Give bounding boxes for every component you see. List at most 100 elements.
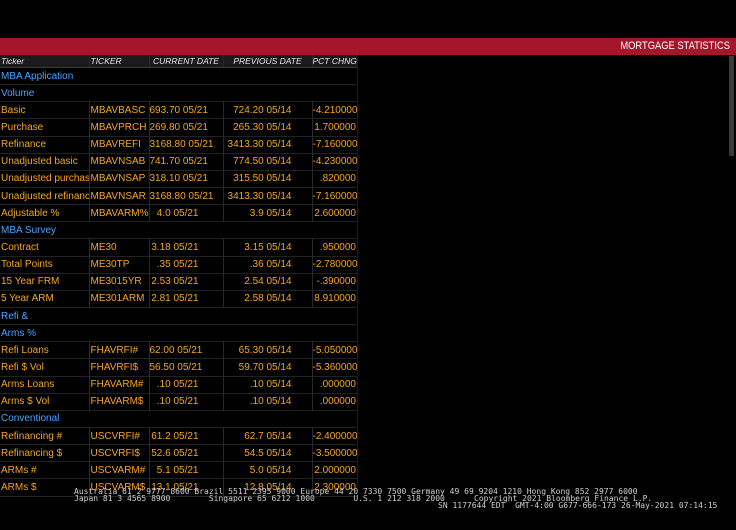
section-label: MBA Survey (1, 224, 57, 236)
row-pct-change: 2.000000 (311, 461, 357, 479)
table-header-row: Ticker TICKER CURRENT DATE PREVIOUS DATE… (0, 55, 357, 68)
row-ticker: USCVARM# (88, 461, 149, 479)
section-label: Conventional (1, 413, 60, 425)
table-row[interactable]: 15 Year FRM ME3015YR 2.53 05/21 2.54 05/14-… (0, 273, 357, 291)
row-pct-change: .820000 (311, 170, 357, 188)
table-row[interactable]: ARMs # USCVARM# 5.1 05/21 5.0 05/14 2.000000 (0, 461, 357, 479)
row-current-value: .35 05/21 (148, 256, 223, 274)
section-row[interactable]: MBA Survey (0, 222, 357, 239)
section-row[interactable]: Arms % (0, 325, 357, 342)
row-name: Contract (1, 241, 39, 253)
row-ticker: USCVRFI$ (88, 444, 149, 462)
row-pct-change: -3.500000 (311, 444, 357, 462)
row-ticker: ME301ARM (88, 290, 149, 308)
column-header-pct-change[interactable]: PCT CHNG (311, 55, 357, 68)
row-current-value: 5.1 05/21 (148, 461, 223, 479)
row-current-value: 693.70 05/21 (148, 101, 223, 119)
row-ticker: MBAVBASC (88, 101, 149, 119)
row-current-value: 2.53 05/21 (148, 273, 223, 291)
row-previous-value: 62.7 05/14 (222, 427, 312, 445)
statistics-panel: Ticker TICKER CURRENT DATE PREVIOUS DATE… (0, 55, 357, 497)
row-current-value: .10 05/21 (148, 376, 223, 394)
footer: Australia 61 2 9777 8600 Brazil 5511 239… (0, 487, 736, 530)
vertical-scrollbar[interactable] (729, 56, 734, 156)
row-name: Refinancing $ (1, 447, 63, 459)
section-row[interactable]: Conventional (0, 410, 357, 428)
row-name: Unadjusted purchase (1, 173, 89, 185)
row-name: Purchase (1, 121, 44, 133)
row-name: Basic (1, 104, 26, 116)
row-ticker: ME30 (88, 238, 149, 257)
table-row[interactable]: Refi Loans FHAVRFI# 62.00 05/21 65.30 05/14… (0, 341, 357, 359)
table-row[interactable]: Arms $ Vol FHAVARM$ .10 05/21.10 05/14.000… (0, 393, 357, 411)
table-row[interactable]: Adjustable % MBAVARM% 4.0 05/21 3.9 05/14 2.… (0, 204, 357, 222)
page-title: MORTGAGE STATISTICS (620, 40, 730, 52)
row-pct-change: -5.050000 (311, 341, 357, 359)
row-pct-change: 8.910000 (311, 290, 357, 308)
row-previous-value: .10 05/14 (222, 393, 312, 411)
row-pct-change: -7.160000 (311, 136, 357, 154)
row-pct-change: -2.400000 (311, 427, 357, 445)
row-ticker: FHAVARM$ (88, 393, 149, 411)
table-row[interactable]: Unadjusted refinance MBAVNSAR 3168.80 05/2… (0, 187, 357, 205)
row-current-value: 318.10 05/21 (148, 170, 223, 188)
row-previous-value: .10 05/14 (222, 376, 312, 394)
row-ticker: USCVRFI# (88, 427, 149, 445)
table-row[interactable]: 5 Year ARM ME301ARM 2.81 05/21 2.58 05/14 8.… (0, 290, 357, 308)
row-previous-value: 5.0 05/14 (222, 461, 312, 479)
table-row[interactable]: Arms Loans FHAVARM# .10 05/21.10 05/14.000… (0, 376, 357, 394)
row-current-value: 4.0 05/21 (148, 204, 223, 222)
row-pct-change: 2.600000 (311, 204, 357, 222)
table-row[interactable]: Purchase MBAVPRCH 269.80 05/21 265.30 05/14… (0, 118, 357, 137)
row-current-value: 269.80 05/21 (148, 118, 223, 137)
row-name: Refinance (1, 139, 47, 151)
table-row[interactable]: Refi $ Vol FHAVRFI$ 56.50 05/21 59.70 05/14… (0, 358, 357, 377)
row-previous-value: 2.58 05/14 (222, 290, 312, 308)
row-name: Refinancing # (1, 430, 63, 442)
table-row[interactable]: Total Points ME30TP .35 05/21.36 05/14 -2.7… (0, 256, 357, 274)
row-name: Arms $ Vol (1, 396, 50, 408)
footer-session-info: SN 1177644 EDT GMT-4:00 G677-666-173 26-… (438, 501, 718, 510)
row-pct-change: -4.230000 (311, 153, 357, 171)
footer-phone-line-2: Japan 81 3 4565 8900 Singapore 65 6212 1… (74, 494, 445, 503)
row-pct-change: -2.780000 (311, 256, 357, 274)
table-row[interactable]: Unadjusted purchase MBAVNSAP 318.10 05/21 3… (0, 170, 357, 188)
row-previous-value: 265.30 05/14 (222, 118, 312, 137)
column-header-previous-date[interactable]: PREVIOUS DATE (222, 55, 312, 68)
table-row[interactable]: Basic MBAVBASC 693.70 05/21 724.20 05/14 -4.… (0, 101, 357, 119)
row-previous-value: 315.50 05/14 (222, 170, 312, 188)
row-pct-change: -5.360000 (311, 358, 357, 377)
column-header-ticker-name[interactable]: Ticker (0, 55, 89, 68)
table-row[interactable]: Refinance MBAVREFI 3168.80 05/21 3413.30 05… (0, 136, 357, 154)
column-header-current-date[interactable]: CURRENT DATE (148, 55, 223, 68)
row-current-value: 2.81 05/21 (148, 290, 223, 308)
row-ticker: MBAVNSAP (88, 170, 149, 188)
row-name: 15 Year FRM (1, 276, 60, 288)
section-row[interactable]: MBA Application (0, 68, 357, 85)
row-pct-change: -7.160000 (311, 187, 357, 205)
row-current-value: 3168.80 05/21 (148, 136, 223, 154)
section-label: Volume (1, 87, 35, 99)
row-name: Arms Loans (1, 379, 55, 391)
row-previous-value: 3413.30 05/14 (222, 136, 312, 154)
column-header-ticker[interactable]: TICKER (88, 55, 149, 68)
row-current-value: 56.50 05/21 (148, 358, 223, 377)
row-ticker: MBAVREFI (88, 136, 149, 154)
row-previous-value: 724.20 05/14 (222, 101, 312, 119)
row-previous-value: 54.5 05/14 (222, 444, 312, 462)
section-label: Refi & (1, 310, 29, 322)
row-name: ARMs # (1, 464, 37, 476)
table-row[interactable]: Refinancing $ USCVRFI$ 52.6 05/21 54.5 05/1… (0, 444, 357, 462)
row-previous-value: 3.15 05/14 (222, 238, 312, 257)
row-current-value: 62.00 05/21 (148, 341, 223, 359)
row-current-value: .10 05/21 (148, 393, 223, 411)
section-row[interactable]: Refi & (0, 307, 357, 325)
row-ticker: MBAVNSAB (88, 153, 149, 171)
table-row[interactable]: Contract ME30 3.18 05/21 3.15 05/14.950000 (0, 238, 357, 257)
table-row[interactable]: Unadjusted basic MBAVNSAB 741.70 05/21 774.… (0, 153, 357, 171)
section-row[interactable]: Volume (0, 85, 357, 102)
row-previous-value: 3413.30 05/14 (222, 187, 312, 205)
table-row[interactable]: Refinancing # USCVRFI# 61.2 05/21 62.7 05/1… (0, 427, 357, 445)
row-current-value: 61.2 05/21 (148, 427, 223, 445)
row-pct-change: .000000 (311, 376, 357, 394)
